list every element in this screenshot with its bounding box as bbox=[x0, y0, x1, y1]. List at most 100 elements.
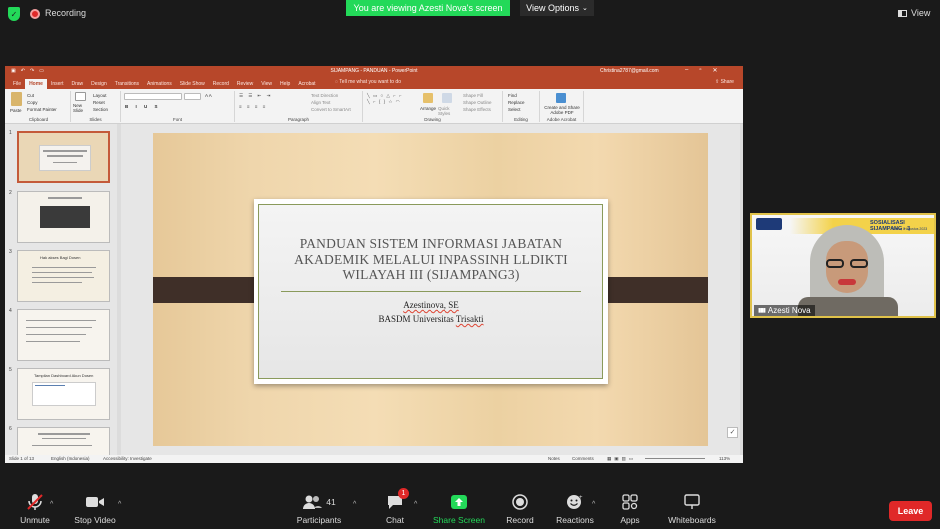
slide-thumbnails-pane[interactable]: 1 2 3 Hak akses Bagi Dosen 4 5 Tampilan … bbox=[5, 124, 117, 455]
text-direction-button[interactable]: Text Direction bbox=[311, 93, 338, 98]
replace-button[interactable]: Replace bbox=[508, 100, 525, 105]
security-shield-icon[interactable]: ✓ bbox=[8, 7, 20, 21]
tell-me-search[interactable]: ◌ Tell me what you want to do bbox=[335, 79, 401, 85]
quick-styles-button[interactable]: Quick Styles bbox=[438, 106, 456, 116]
slide-thumbnail-5[interactable]: Tampilan Dashboard Akun Dosen bbox=[17, 368, 110, 420]
whiteboards-label: Whiteboards bbox=[668, 515, 716, 525]
font-size-buttons[interactable]: A A bbox=[205, 93, 212, 98]
video-options-caret-icon[interactable]: ^ bbox=[118, 501, 121, 508]
align-buttons[interactable]: ≡ ≡ ≡ ≡ bbox=[239, 104, 267, 109]
leave-button[interactable]: Leave bbox=[889, 501, 932, 521]
view-mode-buttons[interactable]: ▦▣▥▭ bbox=[607, 456, 636, 462]
format-painter-button[interactable]: Format Painter bbox=[27, 107, 57, 112]
shape-outline-button[interactable]: Shape Outline bbox=[463, 100, 492, 105]
chat-button[interactable]: 1 Chat bbox=[360, 487, 430, 529]
close-icon[interactable]: ✕ bbox=[712, 67, 717, 74]
layout-button[interactable]: Layout bbox=[93, 93, 107, 98]
clipboard-label: Clipboard bbox=[28, 117, 49, 122]
audio-options-caret-icon[interactable]: ^ bbox=[50, 501, 53, 508]
shape-effects-button[interactable]: Shape Effects bbox=[463, 107, 491, 112]
reactions-smiley-icon: + bbox=[566, 492, 584, 512]
paste-button[interactable]: Paste bbox=[10, 108, 22, 113]
cut-button[interactable]: Cut bbox=[27, 93, 34, 98]
current-slide[interactable]: PANDUAN SISTEM INFORMASI JABATAN AKADEMI… bbox=[153, 133, 708, 446]
view-button[interactable]: View bbox=[898, 8, 930, 18]
acrobat-group: Create and Share Adobe PDF Adobe Acrobat bbox=[540, 91, 584, 122]
ribbon-home: Paste Cut Copy Format Painter Clipboard … bbox=[5, 89, 743, 124]
tab-insert[interactable]: Insert bbox=[47, 79, 68, 89]
comments-button[interactable]: Comments bbox=[572, 456, 594, 461]
list-buttons[interactable]: ☰ ☰ ⇤ ⇥ bbox=[239, 93, 272, 99]
font-style-buttons[interactable]: B I U S bbox=[125, 104, 161, 109]
copy-button[interactable]: Copy bbox=[27, 100, 38, 105]
tab-design[interactable]: Design bbox=[87, 79, 111, 89]
shape-fill-button[interactable]: Shape Fill bbox=[463, 93, 483, 98]
accessibility-status[interactable]: Accessibility: Investigate bbox=[103, 456, 152, 461]
maximize-icon[interactable]: ▫ bbox=[699, 67, 701, 74]
paste-icon[interactable] bbox=[11, 92, 22, 106]
convert-smartart-button[interactable]: Convert to SmartArt bbox=[311, 107, 351, 112]
slide-thumbnail-2[interactable] bbox=[17, 191, 110, 243]
chat-caret-icon[interactable]: ^ bbox=[414, 501, 417, 508]
tab-review[interactable]: Review bbox=[233, 79, 257, 89]
tab-file[interactable]: File bbox=[9, 79, 25, 89]
whiteboards-button[interactable]: Whiteboards bbox=[657, 487, 727, 529]
slide-thumbnail-3[interactable]: Hak akses Bagi Dosen bbox=[17, 250, 110, 302]
apps-button[interactable]: Apps bbox=[595, 487, 665, 529]
checkmark-icon[interactable]: ✓ bbox=[727, 427, 738, 438]
view-options-button[interactable]: View Options ⌄ bbox=[520, 0, 594, 16]
glasses-left bbox=[826, 259, 844, 268]
tab-home[interactable]: Home bbox=[25, 79, 47, 89]
tab-acrobat[interactable]: Acrobat bbox=[294, 79, 319, 89]
font-size-input[interactable] bbox=[184, 93, 201, 100]
participants-caret-icon[interactable]: ^ bbox=[353, 501, 356, 508]
zoom-slider[interactable] bbox=[645, 458, 705, 459]
tab-draw[interactable]: Draw bbox=[67, 79, 87, 89]
create-share-pdf-button[interactable]: Create and Share Adobe PDF bbox=[542, 105, 582, 115]
tab-view[interactable]: View bbox=[257, 79, 276, 89]
reset-button[interactable]: Reset bbox=[93, 100, 105, 105]
language-indicator[interactable]: English (Indonesia) bbox=[51, 456, 90, 461]
recording-label: Recording bbox=[45, 8, 87, 18]
tab-record[interactable]: Record bbox=[209, 79, 233, 89]
lightbulb-icon: ◌ bbox=[335, 79, 338, 85]
org-prefix: BASDM Universitas bbox=[378, 314, 456, 324]
drawing-group: ╲ ▭ ○ △ ⌐ ⌐ ╲ ⌐ { } ☆ ◠ Arrange Quick Sty… bbox=[363, 91, 503, 122]
slide-thumbnail-4[interactable] bbox=[17, 309, 110, 361]
slide-thumbnail-1[interactable] bbox=[17, 131, 110, 183]
share-label: Share bbox=[720, 79, 734, 85]
shapes-gallery[interactable]: ╲ ▭ ○ △ ⌐ ⌐ ╲ ⌐ { } ☆ ◠ bbox=[367, 93, 403, 105]
align-text-button[interactable]: Align Text bbox=[311, 100, 330, 105]
tell-me-label: Tell me what you want to do bbox=[339, 79, 401, 85]
view-options-label: View Options bbox=[526, 3, 579, 13]
adobe-pdf-icon[interactable] bbox=[556, 93, 566, 103]
tab-slide-show[interactable]: Slide Show bbox=[176, 79, 209, 89]
zoom-level[interactable]: 113% bbox=[719, 456, 730, 461]
tab-transitions[interactable]: Transitions bbox=[111, 79, 143, 89]
new-slide-button[interactable]: New Slide bbox=[73, 103, 89, 113]
participants-button[interactable]: 41 Participants bbox=[284, 487, 354, 529]
stop-video-button[interactable]: Stop Video bbox=[60, 487, 130, 529]
arrange-icon[interactable] bbox=[423, 93, 433, 103]
slide-scrollbar[interactable] bbox=[740, 124, 743, 455]
share-button[interactable]: ⇪ Share bbox=[715, 79, 734, 85]
share-screen-button[interactable]: Share Screen bbox=[424, 487, 494, 529]
right-ribbon-band bbox=[596, 277, 708, 303]
thumb-title: Hak akses Bagi Dosen bbox=[40, 255, 81, 260]
participant-video-tile[interactable]: SOSIALISASI SIJAMPANG - 3 Sabtu, 8 Agust… bbox=[750, 213, 936, 318]
slides-label: Slides bbox=[89, 117, 102, 122]
new-slide-icon[interactable] bbox=[75, 92, 86, 101]
font-name-input[interactable] bbox=[124, 93, 182, 100]
tab-animations[interactable]: Animations bbox=[143, 79, 176, 89]
arrange-button[interactable]: Arrange bbox=[420, 106, 436, 111]
share-icon: ⇪ bbox=[715, 79, 720, 85]
quick-styles-icon[interactable] bbox=[442, 93, 452, 103]
ppt-user-email: Christina2787@gmail.com bbox=[600, 68, 659, 74]
slide-thumbnail-6[interactable] bbox=[17, 427, 110, 455]
tab-help[interactable]: Help bbox=[276, 79, 294, 89]
section-button[interactable]: Section bbox=[93, 107, 108, 112]
notes-button[interactable]: Notes bbox=[548, 456, 560, 461]
select-button[interactable]: Select bbox=[508, 107, 521, 112]
find-button[interactable]: Find bbox=[508, 93, 517, 98]
minimize-icon[interactable]: – bbox=[685, 67, 688, 74]
